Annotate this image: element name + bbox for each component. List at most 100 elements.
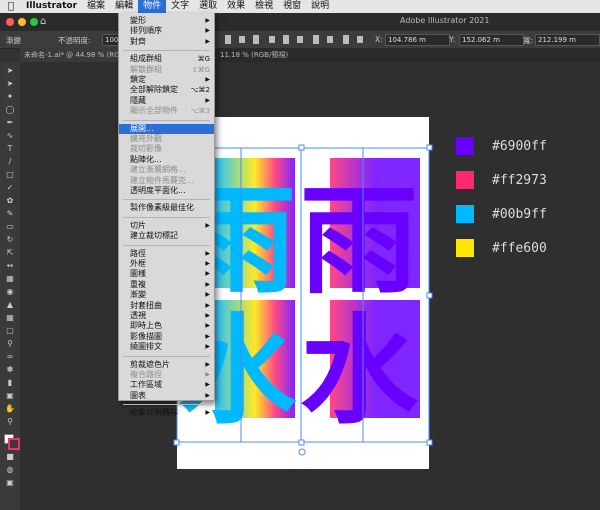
submenu-arrow-icon: ▶ — [205, 409, 210, 417]
object-menu-item: 建立物件馬賽克... — [119, 176, 214, 186]
menu-separator — [123, 50, 210, 52]
object-menu-item[interactable]: 建立裁切標記 — [119, 231, 214, 241]
object-menu-item-label: 重複 — [130, 279, 146, 289]
submenu-arrow-icon: ▶ — [205, 322, 210, 330]
object-menu-item[interactable]: 全部解除鎖定 ⌥⌘2 — [119, 85, 214, 95]
submenu-arrow-icon: ▶ — [205, 270, 210, 278]
submenu-arrow-icon: ▶ — [205, 343, 210, 351]
submenu-arrow-icon: ▶ — [205, 371, 210, 378]
object-menu-item-label: 圖表 — [130, 390, 146, 400]
object-menu-item[interactable]: 組成群組 ⌘G — [119, 54, 214, 64]
object-menu-item[interactable]: 影像描圖 ▶ — [119, 332, 214, 342]
object-menu-item-label: 點陣化... — [130, 154, 162, 164]
object-menu-item-label: 影像描圖 — [130, 331, 162, 341]
submenu-arrow-icon: ▶ — [205, 360, 210, 368]
submenu-arrow-icon: ▶ — [205, 37, 210, 45]
object-menu-dropdown: 變形 ▶ 排列順序 ▶ 對齊 ▶ 組成群組 ⌘G 解散群組 ⇧⌘G 鎖定 ▶ 全部解除鎖定 ⌥⌘2 隱藏 ▶ 顯… — [118, 13, 215, 417]
glyph-rain-right[interactable]: 雨 — [300, 172, 418, 310]
submenu-arrow-icon: ▶ — [205, 332, 210, 340]
swatch-label-yellow: #ffe600 — [492, 241, 547, 256]
menu-separator — [123, 244, 210, 246]
object-menu-item-label: 剪裁遮色片 — [130, 359, 170, 369]
menu-separator — [123, 199, 210, 201]
object-menu-item[interactable]: 圖表 ▶ — [119, 391, 214, 401]
menu-separator — [123, 355, 210, 357]
object-menu-item[interactable]: 展開... — [119, 123, 214, 134]
object-menu-item: 複合路徑 ▶ — [119, 370, 214, 380]
object-menu-item-label: 工作區域 — [130, 380, 162, 390]
object-menu-item[interactable]: 重複 ▶ — [119, 280, 214, 290]
object-menu-item-label: 顯示全部物件 — [130, 106, 178, 116]
swatch-pink — [456, 171, 474, 189]
object-menu-item[interactable]: 封套扭曲 ▶ — [119, 301, 214, 311]
object-menu-item-label: 外框 — [130, 259, 146, 268]
object-menu-item-shortcut: ⌥⌘3 — [190, 107, 210, 116]
object-menu-item-label: 圖樣 — [130, 269, 146, 279]
object-menu-item[interactable]: 點陣化... — [119, 155, 214, 165]
object-menu-item[interactable]: 排列順序 ▶ — [119, 26, 214, 36]
object-menu-item[interactable]: 繞圖排文 ▶ — [119, 342, 214, 352]
object-menu-item[interactable]: 透明度平面化... — [119, 186, 214, 196]
object-menu-item-shortcut: ⇧⌘G — [191, 65, 210, 74]
swatch-yellow — [456, 239, 474, 257]
swatch-label-blue: #00b9ff — [492, 207, 547, 222]
menu-separator — [123, 216, 210, 218]
object-menu-item[interactable]: 路徑 ▶ — [119, 249, 214, 259]
submenu-arrow-icon: ▶ — [205, 260, 210, 267]
object-menu-item-label: 透視 — [130, 311, 146, 320]
object-menu-item-label: 繞圖排文 — [130, 342, 162, 352]
object-menu-item-label: 收集以供轉存 — [130, 408, 178, 418]
object-menu-item-label: 製作像素級最佳化 — [130, 203, 194, 213]
submenu-arrow-icon: ▶ — [205, 249, 210, 257]
rotate-handle[interactable] — [298, 448, 306, 456]
object-menu-item[interactable]: 對齊 ▶ — [119, 37, 214, 47]
object-menu-item-label: 鎖定 — [130, 75, 146, 84]
submenu-arrow-icon: ▶ — [205, 301, 210, 309]
object-menu-item-label: 全部解除鎖定 — [130, 85, 178, 95]
object-menu-item-label: 隱藏 — [130, 95, 146, 105]
object-menu-item[interactable]: 工作區域 ▶ — [119, 380, 214, 390]
submenu-arrow-icon: ▶ — [205, 381, 210, 389]
submenu-arrow-icon: ▶ — [205, 312, 210, 319]
object-menu-item: 顯示全部物件 ⌥⌘3 — [119, 106, 214, 116]
submenu-arrow-icon: ▶ — [205, 291, 210, 299]
swatch-purple — [456, 137, 474, 155]
object-menu-item[interactable]: 圖樣 ▶ — [119, 269, 214, 279]
object-menu-item: 擴充外觀 — [119, 134, 214, 144]
glyph-water-right[interactable]: 水 — [300, 302, 419, 440]
object-menu-item-label: 組成群組 — [130, 54, 162, 64]
object-menu-item: 建立漸層網格... — [119, 165, 214, 175]
object-menu-item[interactable]: 剪裁遮色片 ▶ — [119, 360, 214, 370]
object-menu-item-label: 建立裁切標記 — [130, 231, 178, 241]
object-menu-item[interactable]: 漸變 ▶ — [119, 290, 214, 300]
menu-separator — [123, 404, 210, 406]
object-menu-item-label: 漸變 — [130, 290, 146, 300]
object-menu-item[interactable]: 透視 ▶ — [119, 311, 214, 321]
submenu-arrow-icon: ▶ — [205, 280, 210, 288]
swatch-blue — [456, 205, 474, 223]
object-menu-item: 解散群組 ⇧⌘G — [119, 65, 214, 75]
submenu-arrow-icon: ▶ — [205, 76, 210, 83]
object-menu-item[interactable]: 隱藏 ▶ — [119, 96, 214, 106]
object-menu-item[interactable]: 即時上色 ▶ — [119, 321, 214, 331]
object-menu-item[interactable]: 切片 ▶ — [119, 221, 214, 231]
object-menu-item-label: 展開... — [130, 123, 154, 133]
object-menu-item[interactable]: 鎖定 ▶ — [119, 75, 214, 85]
swatch-label-pink: #ff2973 — [492, 173, 547, 188]
object-menu-item-label: 即時上色 — [130, 321, 162, 331]
object-menu-item-label: 解散群組 — [130, 64, 162, 74]
object-menu-item[interactable]: 外框 ▶ — [119, 259, 214, 269]
object-menu-item[interactable]: 製作像素級最佳化 — [119, 203, 214, 213]
object-menu-item[interactable]: 收集以供轉存 ▶ — [119, 408, 214, 418]
object-menu-item-label: 複合路徑 — [130, 370, 162, 379]
object-menu-item: 裁切影像 — [119, 144, 214, 154]
object-menu-item-label: 路徑 — [130, 248, 146, 258]
swatch-label-purple: #6900ff — [492, 139, 547, 154]
object-menu-item[interactable]: 變形 ▶ — [119, 16, 214, 26]
menu-separator — [123, 119, 210, 121]
submenu-arrow-icon: ▶ — [205, 391, 210, 399]
object-menu-item-label: 封套扭曲 — [130, 300, 162, 310]
object-menu-item-label: 擴充外觀 — [130, 134, 162, 143]
object-menu-item-label: 排列順序 — [130, 26, 162, 36]
object-menu-item-label: 建立漸層網格... — [130, 165, 186, 175]
